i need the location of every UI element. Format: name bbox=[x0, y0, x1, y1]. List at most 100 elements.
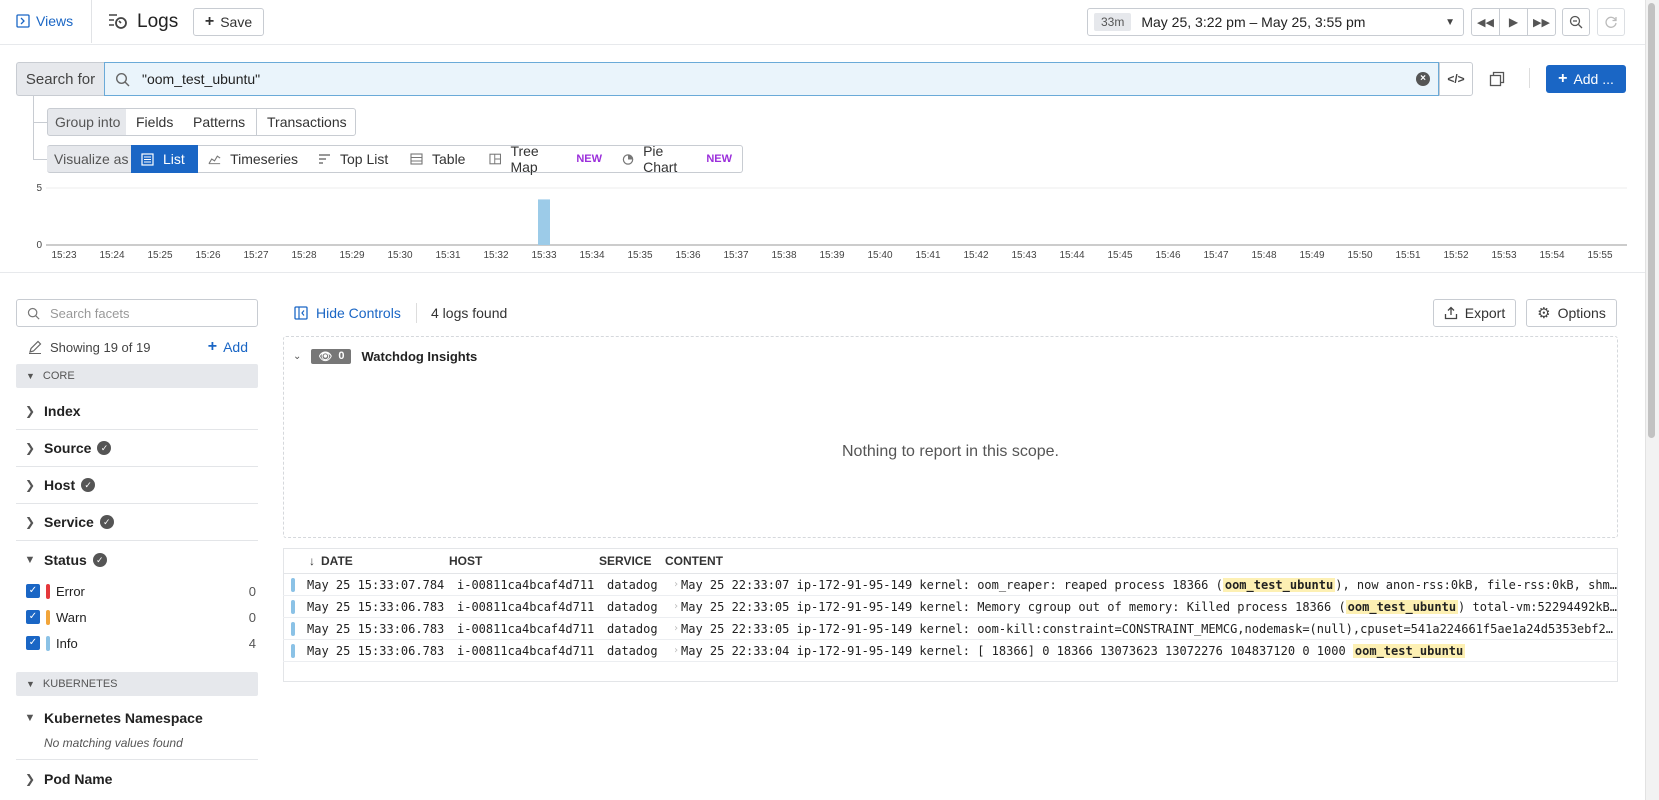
refresh-button[interactable] bbox=[1597, 8, 1625, 36]
viz-table-option[interactable]: Table bbox=[400, 145, 480, 173]
time-forward-button[interactable]: ▶▶ bbox=[1527, 8, 1556, 36]
page-scrollbar-thumb[interactable] bbox=[1648, 3, 1655, 438]
facet-index[interactable]: ❯ Index bbox=[16, 393, 258, 430]
log-date: May 25 15:33:06.783 bbox=[307, 621, 445, 636]
status-color-bar bbox=[46, 609, 50, 625]
search-prefix-label: Search for bbox=[16, 62, 104, 96]
add-button[interactable]: + Add ... bbox=[1546, 65, 1626, 93]
x-tick-label: 15:49 bbox=[1299, 250, 1325, 261]
log-row[interactable]: May 25 15:33:06.783 i-00811ca4bcaf4d711 da… bbox=[283, 640, 1618, 662]
log-content: May 25 22:33:04 ip-172-91-95-149 kernel:… bbox=[681, 643, 1618, 658]
facet-search-input[interactable]: Search facets bbox=[16, 299, 258, 327]
column-host[interactable]: HOST bbox=[449, 554, 599, 568]
search-icon bbox=[115, 72, 130, 86]
status-info-row[interactable]: ✓ Info 4 bbox=[26, 630, 256, 656]
verified-icon: ✓ bbox=[81, 478, 96, 492]
views-button[interactable]: Views bbox=[16, 11, 73, 31]
visualize-as-text: Visualize as bbox=[54, 151, 129, 167]
group-patterns-option[interactable]: Patterns bbox=[183, 108, 257, 136]
kubernetes-section-header[interactable]: ▼ KUBERNETES bbox=[16, 672, 258, 696]
checkbox-checked[interactable]: ✓ bbox=[26, 610, 40, 624]
facet-add-button[interactable]: + Add bbox=[208, 338, 248, 356]
chevron-right-icon: › bbox=[673, 579, 680, 590]
log-row[interactable]: May 25 15:33:06.783 i-00811ca4bcaf4d711 da… bbox=[283, 596, 1618, 618]
viz-timeseries-option[interactable]: Timeseries bbox=[198, 145, 309, 173]
facet-status[interactable]: ▼ Status ✓ bbox=[16, 541, 258, 578]
verified-icon: ✓ bbox=[97, 441, 112, 455]
facet-host[interactable]: ❯ Host ✓ bbox=[16, 467, 258, 504]
x-tick-label: 15:50 bbox=[1347, 250, 1373, 261]
core-section-label: CORE bbox=[42, 370, 75, 382]
option-label: Tree Map bbox=[510, 143, 539, 175]
column-date[interactable]: DATE bbox=[321, 554, 449, 568]
watchdog-header[interactable]: ⌄ 👁 0 Watchdog Insights bbox=[293, 346, 477, 366]
column-content[interactable]: CONTENT bbox=[665, 554, 723, 568]
logs-found-count: 4 logs found bbox=[431, 305, 507, 321]
clear-search-icon[interactable]: × bbox=[1416, 72, 1430, 86]
log-volume-histogram[interactable]: 50 bbox=[0, 180, 1645, 250]
log-host: i-00811ca4bcaf4d711 bbox=[457, 577, 595, 592]
time-play-button[interactable]: ▶ bbox=[1499, 8, 1528, 36]
log-content: May 25 22:33:07 ip-172-91-95-149 kernel:… bbox=[681, 577, 1618, 592]
status-count: 0 bbox=[248, 609, 256, 625]
log-content: May 25 22:33:05 ip-172-91-95-149 kernel:… bbox=[681, 599, 1618, 614]
zoom-out-icon bbox=[1569, 15, 1583, 29]
viz-treemap-option[interactable]: Tree Map NEW bbox=[479, 143, 613, 175]
chevron-right-icon: › bbox=[673, 623, 680, 634]
options-button[interactable]: ⚙ Options bbox=[1526, 299, 1617, 327]
export-button[interactable]: Export bbox=[1433, 299, 1516, 327]
core-section-header[interactable]: ▼ CORE bbox=[16, 364, 258, 388]
status-warn-row[interactable]: ✓ Warn 0 bbox=[26, 604, 256, 630]
watchdog-title: Watchdog Insights bbox=[361, 348, 478, 364]
new-badge: NEW bbox=[706, 153, 732, 165]
facet-label: Service bbox=[44, 514, 94, 530]
checkbox-checked[interactable]: ✓ bbox=[26, 584, 40, 598]
x-tick-label: 15:24 bbox=[99, 250, 125, 261]
time-range-selector[interactable]: 33m May 25, 3:22 pm – May 25, 3:55 pm ▼ bbox=[1087, 8, 1464, 36]
facet-pod-name[interactable]: ❯ Pod Name bbox=[16, 760, 258, 798]
column-service[interactable]: SERVICE bbox=[599, 554, 665, 568]
chevron-right-icon: › bbox=[673, 601, 680, 612]
chevron-down-icon: ⌄ bbox=[293, 350, 302, 362]
search-query-input[interactable]: "oom_test_ubuntu" × bbox=[104, 62, 1439, 96]
group-into-text: Group into bbox=[55, 114, 121, 130]
watchdog-count: 0 bbox=[338, 350, 345, 362]
facet-source[interactable]: ❯ Source ✓ bbox=[16, 430, 258, 467]
add-label: Add ... bbox=[1573, 71, 1614, 87]
log-content-text: May 25 22:33:04 ip-172-91-95-149 kernel:… bbox=[681, 643, 1353, 658]
zoom-out-button[interactable] bbox=[1562, 8, 1590, 36]
save-view-button[interactable]: + Save bbox=[193, 8, 264, 36]
export-label: Export bbox=[1464, 305, 1506, 321]
tree-map-icon bbox=[489, 153, 502, 165]
chevron-right-icon: ❯ bbox=[24, 515, 36, 529]
x-tick-label: 15:47 bbox=[1203, 250, 1229, 261]
viz-piechart-option[interactable]: Pie Chart NEW bbox=[612, 143, 743, 175]
histogram-bar[interactable] bbox=[538, 199, 550, 245]
option-label: Patterns bbox=[193, 114, 246, 130]
edit-icon[interactable] bbox=[28, 340, 42, 354]
table-icon bbox=[410, 153, 423, 165]
viz-list-option[interactable]: List bbox=[131, 145, 198, 173]
verified-icon: ✓ bbox=[92, 552, 107, 567]
code-view-button[interactable]: </> bbox=[1439, 62, 1473, 96]
log-row[interactable]: May 25 15:33:07.784 i-00811ca4bcaf4d711 da… bbox=[283, 574, 1618, 596]
group-fields-option[interactable]: Fields bbox=[126, 108, 184, 136]
plus-icon: + bbox=[1558, 70, 1568, 87]
hide-controls-button[interactable]: Hide Controls bbox=[294, 303, 401, 323]
fast-forward-icon: ▶▶ bbox=[1533, 16, 1550, 29]
checkbox-checked[interactable]: ✓ bbox=[26, 636, 40, 650]
viz-toplist-option[interactable]: Top List bbox=[308, 145, 401, 173]
group-into-label: Group into bbox=[47, 108, 129, 136]
x-tick-label: 15:25 bbox=[147, 250, 173, 261]
chevron-down-icon: ▼ bbox=[1445, 16, 1455, 28]
watchdog-badge: 👁 0 bbox=[311, 348, 352, 364]
group-transactions-option[interactable]: Transactions bbox=[256, 108, 356, 136]
option-label: Transactions bbox=[267, 114, 347, 130]
log-row[interactable]: May 25 15:33:06.783 i-00811ca4bcaf4d711 da… bbox=[283, 618, 1618, 640]
status-error-row[interactable]: ✓ Error 0 bbox=[26, 578, 256, 604]
facet-kubernetes-namespace[interactable]: ▼ Kubernetes Namespace bbox=[16, 699, 258, 736]
copy-query-icon[interactable] bbox=[1489, 71, 1505, 87]
time-back-button[interactable]: ◀◀ bbox=[1471, 8, 1500, 36]
sort-arrow-icon[interactable]: ↓ bbox=[309, 554, 315, 568]
facet-service[interactable]: ❯ Service ✓ bbox=[16, 504, 258, 541]
